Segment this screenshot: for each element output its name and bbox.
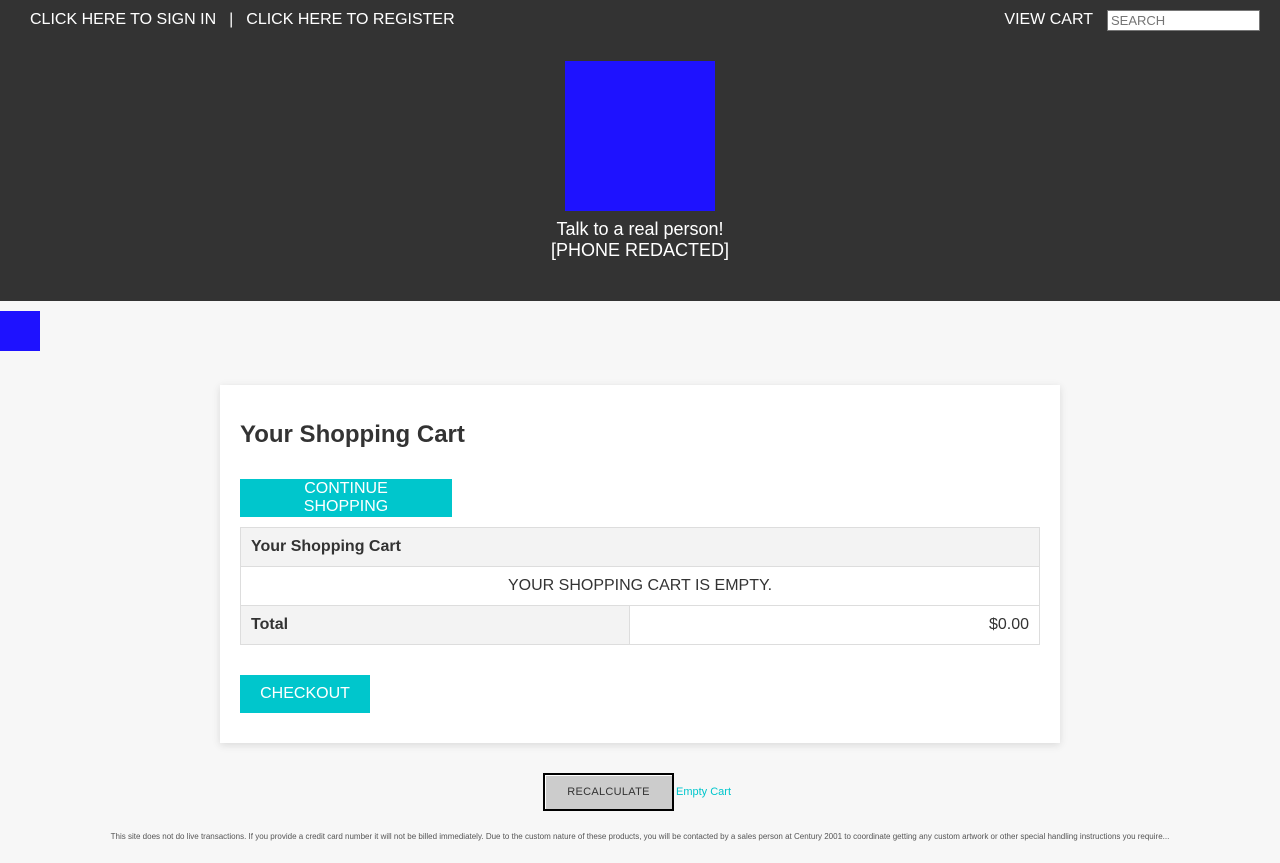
contact-info: Talk to a real person! [PHONE REDACTED]: [0, 219, 1280, 261]
checkout-button[interactable]: CHECKOUT: [240, 675, 370, 713]
sign-in-link[interactable]: CLICK HERE TO SIGN IN: [30, 11, 216, 28]
cart-actions: RECALCULATE Empty Cart: [543, 773, 731, 811]
cart-search-nav: VIEW CART: [1004, 10, 1260, 31]
empty-cart-link[interactable]: Empty Cart: [676, 786, 731, 798]
footer-disclaimer: This site does not do live transactions.…: [110, 832, 1170, 841]
nav-separator: |: [229, 11, 234, 28]
shopping-cart-panel: Your Shopping Cart CONTINUE SHOPPING You…: [220, 385, 1060, 743]
small-logo-image: [0, 311, 40, 351]
site-logo[interactable]: [565, 61, 715, 211]
contact-phone: [PHONE REDACTED]: [550, 240, 730, 260]
contact-tagline: Talk to a real person!: [556, 219, 724, 239]
cart-table: Your Shopping Cart YOUR SHOPPING CART IS…: [240, 527, 1040, 645]
table-header-row: Your Shopping Cart: [240, 527, 1040, 567]
search-input[interactable]: [1107, 10, 1260, 31]
account-nav: CLICK HERE TO SIGN IN | CLICK HERE TO REGI…: [30, 11, 455, 29]
empty-cart-message: YOUR SHOPPING CART IS EMPTY.: [240, 566, 1040, 606]
table-header: Your Shopping Cart: [240, 527, 1040, 567]
total-value: $0.00: [629, 605, 1040, 645]
view-cart-link[interactable]: VIEW CART: [1004, 10, 1093, 29]
recalculate-button[interactable]: RECALCULATE: [543, 773, 674, 811]
register-link[interactable]: CLICK HERE TO REGISTER: [246, 11, 454, 28]
table-row: YOUR SHOPPING CART IS EMPTY.: [240, 566, 1040, 606]
total-row: Total $0.00: [240, 605, 1040, 645]
page-title: Your Shopping Cart: [240, 421, 465, 448]
continue-shopping-button[interactable]: CONTINUE SHOPPING: [240, 479, 452, 517]
site-header: CLICK HERE TO SIGN IN | CLICK HERE TO REGI…: [0, 0, 1280, 301]
total-label: Total: [240, 605, 630, 645]
